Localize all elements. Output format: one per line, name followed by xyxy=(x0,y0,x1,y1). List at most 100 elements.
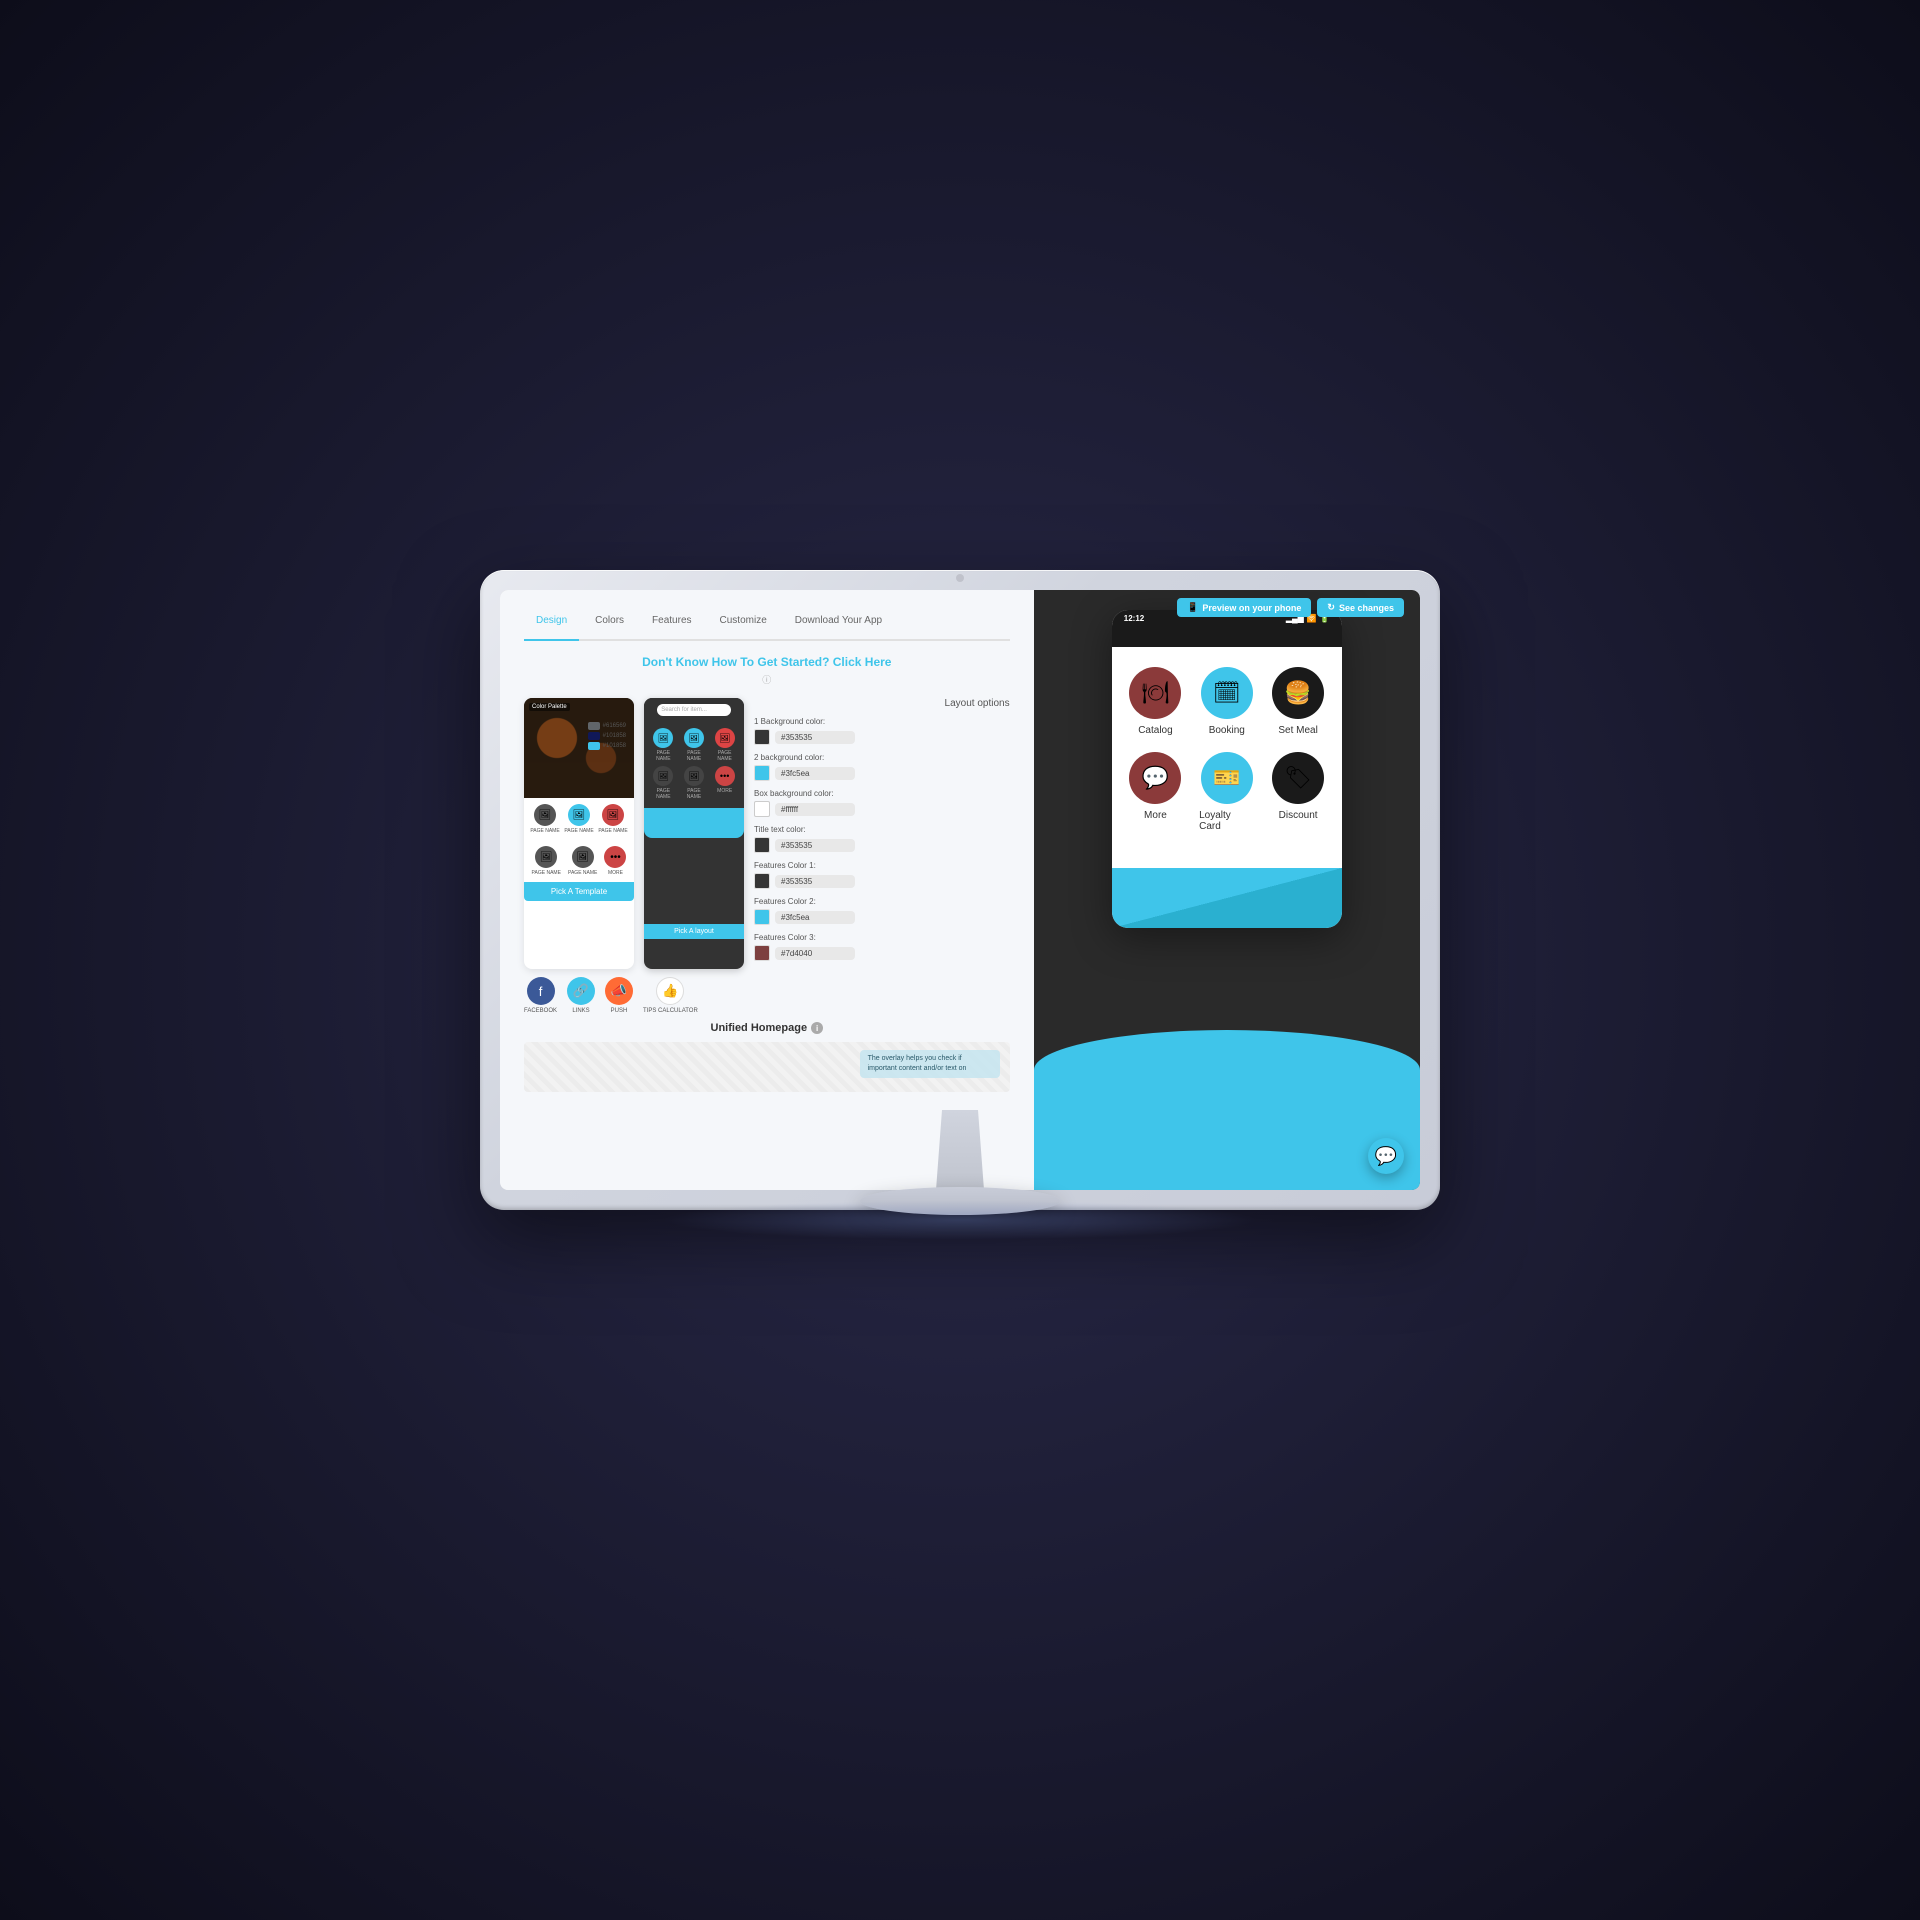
titletext-option: Title text color: xyxy=(754,825,1010,853)
preview-button[interactable]: 📱 Preview on your phone xyxy=(1177,598,1311,617)
three-cols: Color Palette #616569 xyxy=(524,698,1010,969)
color1-value xyxy=(754,729,1010,745)
phone-mockup: 12:12 ▂▄▆ 🛜 🔋 xyxy=(1112,610,1342,928)
facebook-icon[interactable]: f xyxy=(527,977,555,1005)
app-icon-loyalty[interactable]: 🎫 Loyalty Card xyxy=(1199,752,1254,832)
pick-layout-button[interactable]: Pick A layout xyxy=(644,924,744,939)
headline: Don't Know How To Get Started? Click Her… xyxy=(524,655,1010,669)
layout-catalog-label: PAGE NAME xyxy=(650,750,677,762)
loyalty-label: Loyalty Card xyxy=(1199,810,1254,832)
unified-info-icon: i xyxy=(811,1022,823,1034)
featcolor3-swatch[interactable] xyxy=(754,945,770,961)
layout-icons-grid: 🖼 PAGE NAME 🖼 PAGE NAME 🖼 xyxy=(644,720,744,808)
layout-preview: Search for item... 🖼 PAGE NAME xyxy=(644,698,744,969)
tabs-row: Design Colors Features Customize Downloa… xyxy=(524,610,1010,641)
layout-icon-booking: 🖼 PAGE NAME xyxy=(681,728,708,762)
app-icon-more[interactable]: 💬 More xyxy=(1128,752,1183,832)
monitor-screen: 📱 Preview on your phone ↻ See changes xyxy=(500,590,1420,1190)
catalog-label: Catalog xyxy=(1138,725,1172,736)
booking-emoji: 🗓 xyxy=(1213,680,1241,706)
tab-download[interactable]: Download Your App xyxy=(783,610,894,631)
layout-bottom-wave xyxy=(644,808,744,838)
search-placeholder: Search for item... xyxy=(661,707,707,713)
color1-input[interactable] xyxy=(775,731,855,744)
t-icon-circle-6: ••• xyxy=(604,846,626,868)
featcolor2-label: Features Color 2: xyxy=(754,897,1010,906)
t-icon-label-6: MORE xyxy=(608,870,623,876)
screen-content: 📱 Preview on your phone ↻ See changes xyxy=(500,590,1420,1190)
tab-features[interactable]: Features xyxy=(640,610,703,631)
catalog-icon: 🍽 xyxy=(1129,667,1181,719)
links-label: LINKS xyxy=(572,1008,589,1014)
facebook-label: FACEBOOK xyxy=(524,1008,557,1014)
main-layout: Design Colors Features Customize Downloa… xyxy=(500,590,1420,1190)
push-icon[interactable]: 📣 xyxy=(605,977,633,1005)
social-icons-row: f FACEBOOK 🔗 LINKS 📣 PUSH xyxy=(524,969,1010,1022)
setmeal-label: Set Meal xyxy=(1278,725,1317,736)
color2-swatch[interactable] xyxy=(754,765,770,781)
layout-icon-more: 🖼 PAGE NAME xyxy=(650,766,677,800)
color2-option: 2 background color: xyxy=(754,753,1010,781)
layout-search: Search for item... xyxy=(657,704,731,716)
boxbg-option: Box background color: xyxy=(754,789,1010,817)
loyalty-emoji: 🎫 xyxy=(1213,765,1240,791)
headline-link[interactable]: Click Here xyxy=(833,655,892,669)
featcolor1-swatch[interactable] xyxy=(754,873,770,889)
titletext-swatch[interactable] xyxy=(754,837,770,853)
layout-more-label: PAGE NAME xyxy=(650,788,677,800)
app-icon-catalog[interactable]: 🍽 Catalog xyxy=(1128,667,1183,736)
monitor-shadow xyxy=(660,1200,1260,1240)
app-icon-discount[interactable]: 🏷 Discount xyxy=(1270,752,1325,832)
layout-loyalty-label: PAGE NAME xyxy=(681,788,708,800)
color-swatches: #616569 #101858 xyxy=(584,718,630,754)
color2-input[interactable] xyxy=(775,767,855,780)
links-icon[interactable]: 🔗 xyxy=(567,977,595,1005)
featcolor2-input[interactable] xyxy=(775,911,855,924)
boxbg-swatch[interactable] xyxy=(754,801,770,817)
phone-bottom-wave xyxy=(1112,868,1342,928)
boxbg-input[interactable] xyxy=(775,803,855,816)
left-panel: Design Colors Features Customize Downloa… xyxy=(500,590,1034,1190)
chat-bubble-button[interactable]: 💬 xyxy=(1368,1138,1404,1174)
template-preview-top: Color Palette #616569 xyxy=(524,698,634,798)
app-icon-booking[interactable]: 🗓 Booking xyxy=(1199,667,1254,736)
headline-info: ⓘ xyxy=(524,673,1010,686)
t-icon-circle-1: 🖼 xyxy=(534,804,556,826)
featcolor2-value xyxy=(754,909,1010,925)
titletext-input[interactable] xyxy=(775,839,855,852)
featcolor2-option: Features Color 2: xyxy=(754,897,1010,925)
featcolor3-label: Features Color 3: xyxy=(754,933,1010,942)
featcolor3-value xyxy=(754,945,1010,961)
social-push: 📣 PUSH xyxy=(605,977,633,1014)
layout-options-panel: Layout options 1 Background color: xyxy=(754,698,1010,969)
titletext-value xyxy=(754,837,1010,853)
tab-colors[interactable]: Colors xyxy=(583,610,636,631)
featcolor1-option: Features Color 1: xyxy=(754,861,1010,889)
tips-label: TIPS CALCULATOR xyxy=(643,1008,698,1014)
color2-value xyxy=(754,765,1010,781)
layout-phone-header: Search for item... xyxy=(644,698,744,720)
tips-icon[interactable]: 👍 xyxy=(656,977,684,1005)
layout-booking-circle: 🖼 xyxy=(684,728,704,748)
t-icon-circle-3: 🖼 xyxy=(602,804,624,826)
tab-design[interactable]: Design xyxy=(524,610,579,641)
color1-swatch[interactable] xyxy=(754,729,770,745)
phone-time: 12:12 xyxy=(1124,614,1144,623)
layout-more2-circle: ••• xyxy=(715,766,735,786)
featcolor2-swatch[interactable] xyxy=(754,909,770,925)
t-icon-label-4: PAGE NAME xyxy=(532,870,561,876)
layout-icon-setmeal: 🖼 PAGE NAME xyxy=(711,728,738,762)
see-changes-button[interactable]: ↻ See changes xyxy=(1317,598,1404,617)
social-tips: 👍 TIPS CALCULATOR xyxy=(643,977,698,1014)
featcolor3-input[interactable] xyxy=(775,947,855,960)
push-label: PUSH xyxy=(611,1008,628,1014)
pick-template-button[interactable]: Pick A Template xyxy=(524,882,634,901)
unified-homepage-label: Unified Homepage xyxy=(711,1022,808,1034)
tab-customize[interactable]: Customize xyxy=(708,610,779,631)
t-icon-circle-5: 🖼 xyxy=(572,846,594,868)
app-icon-setmeal[interactable]: 🍔 Set Meal xyxy=(1270,667,1325,736)
scene: 📱 Preview on your phone ↻ See changes xyxy=(480,570,1440,1350)
featcolor1-input[interactable] xyxy=(775,875,855,888)
monitor: 📱 Preview on your phone ↻ See changes xyxy=(480,570,1440,1270)
layout-more2-label: MORE xyxy=(717,788,732,794)
